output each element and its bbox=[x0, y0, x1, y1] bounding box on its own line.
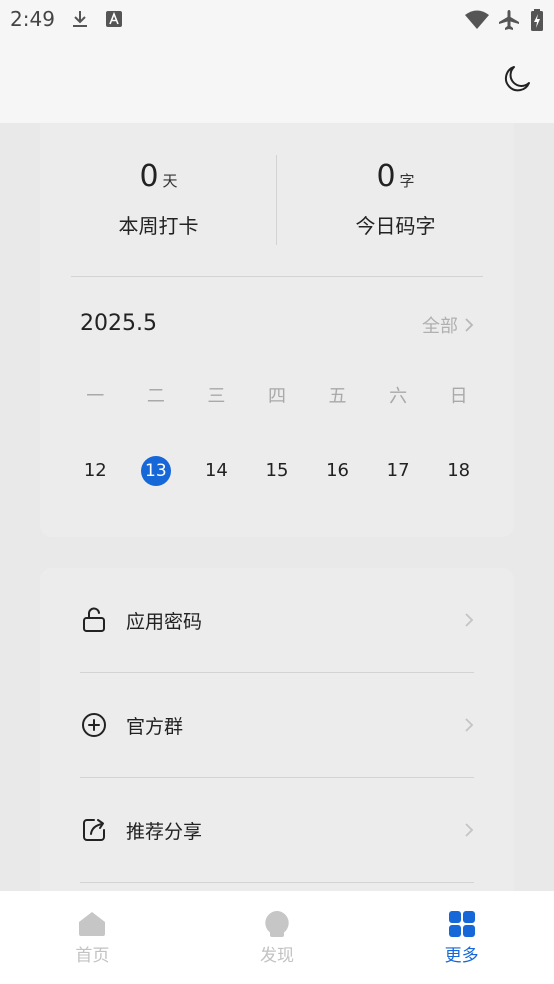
week-checkin-unit: 天 bbox=[162, 172, 178, 190]
calendar-day-number: 17 bbox=[386, 460, 410, 481]
chevron-right-icon bbox=[465, 823, 474, 837]
calendar-day-number: 12 bbox=[83, 460, 107, 481]
menu-item-official-group[interactable]: 官方群 bbox=[80, 673, 474, 777]
bulb-icon bbox=[265, 911, 289, 937]
plus-circle-icon bbox=[82, 713, 106, 737]
weekday-label: 一 bbox=[86, 386, 105, 407]
view-all-link[interactable]: 全部 bbox=[422, 312, 474, 338]
battery-charging-icon bbox=[531, 9, 543, 31]
calendar-day[interactable]: 14 bbox=[186, 456, 247, 486]
weekday-label: 二 bbox=[146, 386, 165, 407]
today-words-stat: 0字 今日码字 bbox=[277, 159, 514, 239]
menu-item-share[interactable]: 推荐分享 bbox=[80, 778, 474, 882]
weekday-label: 六 bbox=[389, 386, 408, 407]
calendar-day-number: 14 bbox=[204, 460, 228, 481]
calendar-day[interactable]: 12 bbox=[65, 456, 126, 486]
app-screen: 2:49 0天 本周打卡 0 字 今日码字 2025.5 全部 一 二 三 四 … bbox=[0, 0, 554, 984]
stats-card: 0天 本周打卡 0字 今日码字 2025.5 全部 一 二 三 四 五 六 日 bbox=[40, 123, 514, 537]
tab-discover[interactable]: 发现 bbox=[185, 891, 370, 984]
menu-item-app-password[interactable]: 应用密码 bbox=[80, 568, 474, 672]
today-words-value: 0 bbox=[376, 159, 396, 194]
today-words-unit: 字 bbox=[399, 172, 415, 190]
home-icon bbox=[79, 912, 106, 936]
weekday-label: 四 bbox=[267, 386, 286, 407]
week-checkin-value: 0 bbox=[139, 159, 159, 194]
calendar-day-number: 18 bbox=[447, 460, 471, 481]
status-time: 2:49 bbox=[10, 7, 55, 31]
tab-home-label: 首页 bbox=[75, 946, 110, 966]
calendar-month: 2025.5 bbox=[80, 311, 157, 336]
calendar-day[interactable]: 15 bbox=[247, 456, 308, 486]
settings-menu-card: 应用密码 官方群 推荐分享 bbox=[40, 568, 514, 908]
menu-item-label: 应用密码 bbox=[126, 610, 203, 633]
tab-home[interactable]: 首页 bbox=[0, 891, 185, 984]
date-row: 12 13 14 15 16 17 18 bbox=[65, 456, 489, 486]
tab-more[interactable]: 更多 bbox=[369, 891, 554, 984]
top-bar: 2:49 bbox=[0, 0, 554, 123]
calendar-day-number: 13 bbox=[140, 456, 171, 486]
tab-more-label: 更多 bbox=[444, 946, 479, 966]
weekday-label: 五 bbox=[328, 386, 347, 407]
menu-divider bbox=[80, 882, 474, 883]
moon-icon[interactable] bbox=[502, 64, 532, 94]
weekday-label: 三 bbox=[207, 386, 226, 407]
chevron-right-icon bbox=[465, 318, 474, 332]
weekday-row: 一 二 三 四 五 六 日 bbox=[65, 382, 489, 408]
view-all-label: 全部 bbox=[422, 316, 458, 337]
font-a-icon bbox=[106, 11, 122, 27]
today-words-label: 今日码字 bbox=[355, 214, 436, 238]
grid-icon bbox=[448, 911, 475, 937]
calendar-day[interactable]: 18 bbox=[428, 456, 489, 486]
tab-discover-label: 发现 bbox=[260, 946, 294, 966]
week-checkin-label: 本周打卡 bbox=[118, 214, 199, 238]
bottom-nav: 首页 发现 更多 bbox=[0, 891, 554, 984]
calendar-day[interactable]: 16 bbox=[307, 456, 368, 486]
card-divider bbox=[71, 276, 483, 277]
share-icon bbox=[83, 819, 105, 841]
download-icon bbox=[73, 11, 87, 27]
chevron-right-icon bbox=[465, 613, 474, 627]
chevron-right-icon bbox=[465, 718, 474, 732]
unlock-icon bbox=[83, 607, 105, 632]
airplane-icon bbox=[499, 10, 519, 30]
menu-item-label: 官方群 bbox=[126, 715, 184, 738]
calendar-day-today[interactable]: 13 bbox=[126, 456, 187, 486]
weekday-label: 日 bbox=[449, 386, 468, 407]
wifi-icon bbox=[465, 10, 489, 29]
calendar-day[interactable]: 17 bbox=[368, 456, 429, 486]
calendar-day-number: 16 bbox=[326, 460, 349, 481]
calendar-day-number: 15 bbox=[265, 460, 289, 481]
week-checkin-stat: 0天 本周打卡 bbox=[40, 159, 277, 239]
menu-item-label: 推荐分享 bbox=[126, 820, 203, 843]
